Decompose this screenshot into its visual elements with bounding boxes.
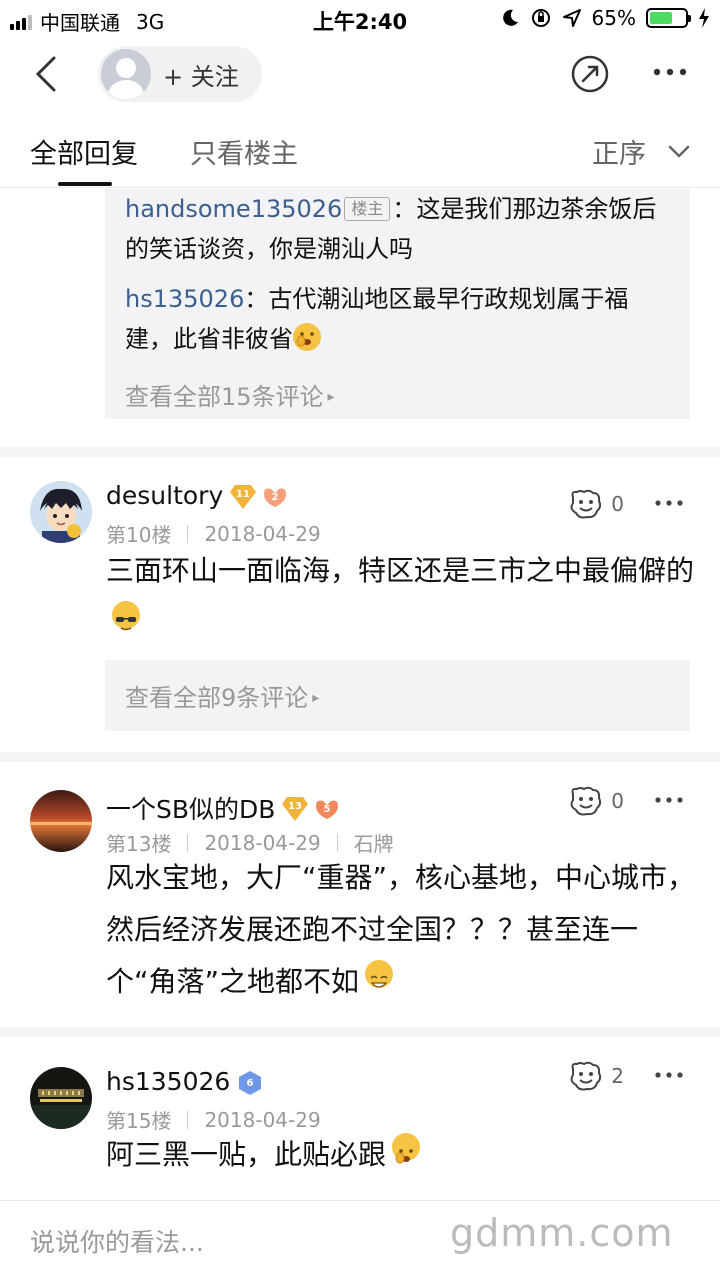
post-author: desultory 11 2 [106, 481, 287, 510]
author-name[interactable]: 一个SB似的DB [106, 790, 275, 826]
owner-tag: 楼主 [344, 197, 391, 221]
post-content: 阿三黑一贴，此贴必跟 [106, 1129, 696, 1181]
yawn-emoji-icon [293, 323, 321, 351]
status-bar: 中国联通 3G 上午2:40 65% [0, 0, 720, 38]
view-all-label: 查看全部9条评论 [125, 684, 309, 712]
like-face-icon [570, 786, 602, 816]
post-content: 三面环山一面临海，特区还是三市之中最偏僻的 [106, 545, 696, 649]
post-date: 2018-04-29 [204, 521, 321, 546]
like-button[interactable]: 2 [569, 1061, 624, 1091]
cool-emoji-icon [112, 601, 140, 631]
fan-badge: 5 [313, 796, 339, 820]
svg-text:6: 6 [247, 1078, 254, 1089]
svg-text:13: 13 [288, 801, 302, 812]
like-face-icon [570, 1061, 602, 1091]
reply-post: 一个SB似的DB 13 5 第13楼 2018-04-29 石牌 0 风水宝地，大厂… [0, 762, 720, 1032]
like-count: 0 [611, 492, 624, 516]
post-text: 风水宝地，大厂“重器”，核心基地，中心城市，然后经济发展还跑不过全国？？？甚至连… [106, 861, 696, 998]
level-badge: 13 [281, 796, 309, 821]
author-avatar [101, 49, 151, 99]
rotation-lock-icon [531, 9, 550, 27]
sort-label: 正序 [592, 139, 646, 170]
avatar[interactable] [30, 790, 92, 852]
floor-number: 第10楼 [106, 523, 172, 547]
reply-post: hs135026 6 第15楼 2018-04-29 2 阿三黑一贴，此贴必跟 [0, 1037, 720, 1197]
like-button[interactable]: 0 [569, 489, 624, 519]
view-all-comments-link[interactable]: 查看全部15条评论 ▸ [105, 377, 690, 412]
view-all-label: 查看全部15条评论 [125, 383, 324, 411]
level-badge: 11 [229, 484, 257, 509]
post-author: 一个SB似的DB 13 5 [106, 790, 339, 826]
post-text: 阿三黑一贴，此贴必跟 [106, 1138, 387, 1171]
reply-tabs: 全部回复 只看楼主 正序 [0, 110, 720, 188]
like-count: 2 [611, 1064, 624, 1088]
yawn-emoji-icon [392, 1133, 421, 1164]
post-content: 风水宝地，大厂“重器”，核心基地，中心城市，然后经济发展还跑不过全国？？？甚至连… [106, 852, 696, 1008]
avatar[interactable] [30, 481, 92, 543]
more-icon[interactable] [654, 499, 684, 507]
section-divider [0, 447, 720, 457]
sub-reply-box: handsome135026 楼主 ：这是我们那边茶余饭后的笑话谈资，你是潮汕人吗 … [105, 189, 690, 419]
post-meta: 第10楼 2018-04-29 [106, 519, 321, 548]
sub-reply-username[interactable]: handsome135026 [125, 195, 342, 223]
more-icon[interactable] [654, 1071, 684, 1079]
post-date: 2018-04-29 [204, 830, 321, 855]
sub-reply-username[interactable]: hs135026 [125, 285, 244, 313]
charging-icon [699, 8, 709, 28]
like-count: 0 [611, 789, 624, 813]
tab-owner-only[interactable]: 只看楼主 [190, 132, 298, 171]
more-icon[interactable] [654, 796, 684, 804]
follow-label: + 关注 [163, 62, 239, 91]
svg-text:2: 2 [272, 492, 279, 503]
section-divider [0, 752, 720, 762]
share-icon[interactable] [570, 54, 610, 94]
tab-all-replies[interactable]: 全部回复 [30, 132, 138, 171]
moon-icon [502, 9, 518, 26]
sub-reply-box: 查看全部9条评论 ▸ [105, 660, 690, 731]
author-name[interactable]: hs135026 [106, 1067, 230, 1096]
post-date: 2018-04-29 [204, 1107, 321, 1132]
location-icon [562, 9, 581, 27]
comment-input[interactable]: 说说你的看法... [30, 1223, 204, 1259]
battery-percent: 65% [591, 6, 636, 30]
tab-active-indicator [58, 182, 112, 186]
section-divider [0, 1027, 720, 1037]
site-watermark: gdmm.com [450, 1211, 674, 1255]
sub-reply[interactable]: handsome135026 楼主 ：这是我们那边茶余饭后的笑话谈资，你是潮汕人吗 [105, 189, 690, 269]
reply-post: desultory 11 2 第10楼 2018-04-29 0 三面环山一面临海… [0, 457, 720, 762]
author-name[interactable]: desultory [106, 481, 223, 510]
sub-reply[interactable]: hs135026：古代潮汕地区最早行政规划属于福建，此省非彼省 [105, 279, 690, 359]
follow-button[interactable]: + 关注 [98, 46, 262, 102]
chevron-down-icon [668, 145, 690, 158]
grin-emoji-icon [365, 960, 394, 988]
svg-text:5: 5 [324, 804, 331, 815]
fan-badge: 2 [261, 484, 287, 508]
nav-bar: + 关注 [0, 38, 720, 110]
battery-icon [646, 8, 691, 28]
post-author: hs135026 6 [106, 1067, 262, 1096]
status-right: 65% [500, 6, 710, 30]
verified-badge: 6 [236, 1070, 262, 1095]
chevron-right-icon: ▸ [327, 389, 335, 405]
like-button[interactable]: 0 [569, 786, 624, 816]
chevron-right-icon: ▸ [312, 690, 320, 706]
post-text: 三面环山一面临海，特区还是三市之中最偏僻的 [106, 554, 695, 587]
avatar[interactable] [30, 1067, 92, 1129]
comment-input-bar: 说说你的看法... gdmm.com [0, 1200, 720, 1280]
chevron-left-icon[interactable] [28, 52, 68, 96]
more-icon[interactable] [652, 66, 688, 78]
sort-dropdown[interactable]: 正序 [592, 132, 690, 171]
like-face-icon [570, 489, 602, 519]
view-all-comments-link[interactable]: 查看全部9条评论 ▸ [105, 678, 339, 713]
svg-text:11: 11 [236, 489, 250, 500]
